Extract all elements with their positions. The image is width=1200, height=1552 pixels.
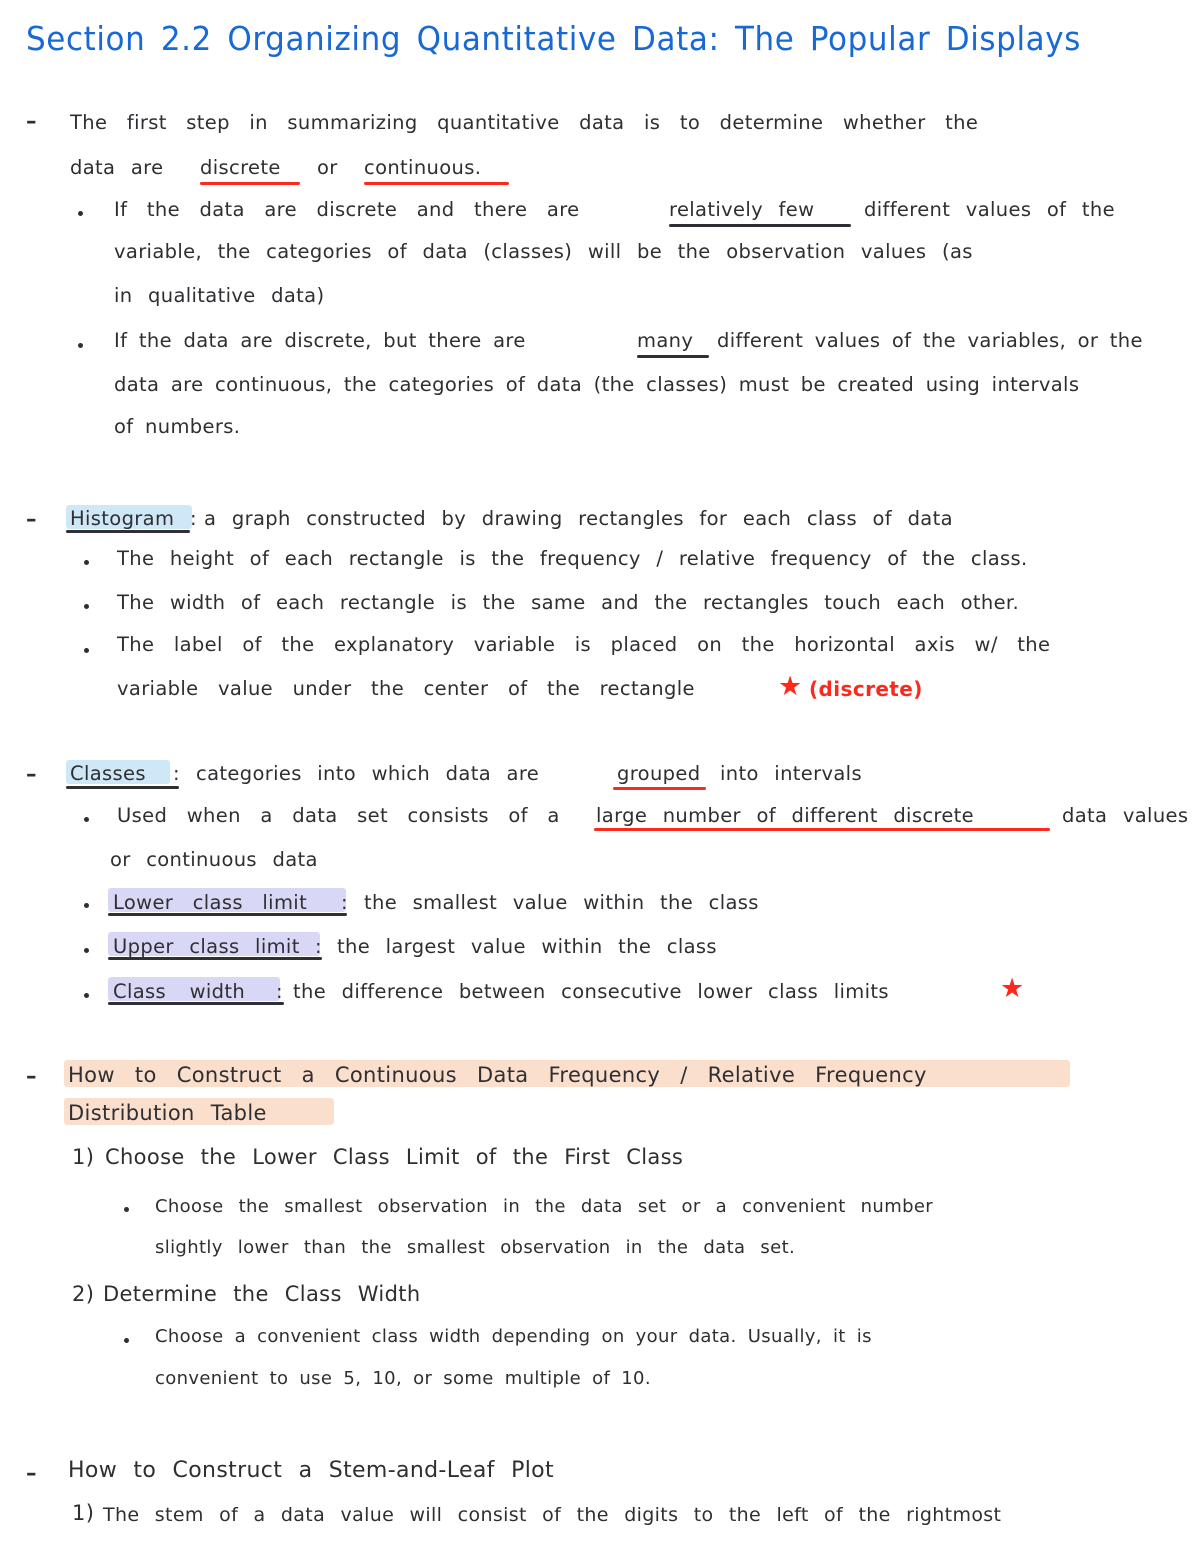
bullet-dot-class-width	[84, 993, 89, 998]
upper-limit-colon: :	[315, 935, 322, 958]
lower-limit-definition: the smallest value within the class	[364, 891, 759, 914]
first-step-line-2-mid: or	[317, 156, 338, 179]
bullet-dot-histogram-2	[84, 604, 89, 609]
handwritten-notes-page: Section 2.2 Organizing Quantitative Data…	[0, 0, 1200, 1552]
bullet-dash-classes: –	[26, 762, 37, 786]
construct-step-2-sub-line-1: Choose a convenient class width dependin…	[155, 1326, 872, 1347]
bullet-dot-step-2-sub	[124, 1338, 129, 1343]
first-step-line-1: The first step in summarizing quantitati…	[70, 111, 979, 134]
bullet-dot-sub-2	[78, 343, 83, 348]
dark-underline-relatively-few	[669, 224, 851, 227]
term-lower-class-limit: Lower class limit	[113, 891, 308, 914]
sub2-line1-post: different values of the variables, or th…	[717, 329, 1143, 352]
term-upper-class-limit: Upper class limit	[113, 935, 300, 958]
red-underline-grouped	[613, 787, 706, 790]
construct-step-1-sub-line-1: Choose the smallest observation in the d…	[155, 1196, 934, 1217]
construct-step-1-number: 1)	[72, 1145, 95, 1169]
stem-leaf-step-1-number: 1)	[72, 1501, 95, 1525]
bullet-dot-histogram-3	[84, 648, 89, 653]
construct-heading-line-1: How to Construct a Continuous Data Frequ…	[68, 1063, 927, 1087]
histogram-definition: a graph constructed by drawing rectangle…	[204, 507, 953, 530]
term-continuous: continuous.	[364, 156, 482, 179]
term-class-width: Class width	[113, 980, 246, 1003]
sub2-line1-pre: If the data are discrete, but there are	[114, 329, 526, 352]
construct-step-2-text: Determine the Class Width	[103, 1282, 421, 1306]
term-classes: Classes	[70, 762, 146, 785]
sub1-line1-post: different values of the	[864, 198, 1115, 221]
sub2-line1-emph: many	[637, 329, 694, 352]
classes-colon: :	[173, 762, 180, 785]
classes-def-pre: categories into which data are	[196, 762, 540, 785]
histogram-sub-1: The height of each rectangle is the freq…	[117, 547, 1028, 570]
histogram-sub-3-cont: variable value under the center of the r…	[117, 677, 695, 700]
histogram-colon: :	[190, 507, 197, 530]
lower-limit-colon: :	[341, 891, 348, 914]
stem-leaf-step-1-text: The stem of a data value will consist of…	[103, 1504, 1002, 1526]
page-title: Section 2.2 Organizing Quantitative Data…	[26, 20, 1081, 59]
bullet-dash-stem-leaf: –	[26, 1461, 37, 1485]
term-histogram: Histogram	[70, 507, 175, 530]
bullet-dash-histogram: –	[26, 507, 37, 531]
bullet-dot-step-1-sub	[124, 1207, 129, 1212]
bullet-dash-first-step: –	[26, 109, 37, 133]
sub1-line1-pre: If the data are discrete and there are	[114, 198, 580, 221]
stem-leaf-heading: How to Construct a Stem-and-Leaf Plot	[68, 1458, 554, 1483]
construct-step-1-sub-line-2: slightly lower than the smallest observa…	[155, 1237, 796, 1258]
bullet-dash-construct-table: –	[26, 1064, 37, 1088]
classes-used-line1-pre: Used when a data set consists of a	[117, 804, 560, 827]
bullet-dot-sub-1	[78, 211, 83, 216]
term-discrete: discrete	[200, 156, 281, 179]
classes-used-line1-post: data values	[1062, 804, 1189, 827]
construct-step-1-text: Choose the Lower Class Limit of the Firs…	[105, 1145, 684, 1169]
red-star-icon-class-width: ★	[1000, 973, 1025, 1004]
histogram-sub-2: The width of each rectangle is the same …	[117, 591, 1020, 614]
first-step-line-2-pre: data are	[70, 156, 164, 179]
bullet-dot-classes-used	[84, 817, 89, 822]
class-width-definition: the difference between consecutive lower…	[293, 980, 889, 1003]
red-underline-continuous	[364, 182, 509, 185]
histogram-sub-3: The label of the explanatory variable is…	[117, 633, 1051, 656]
bullet-dot-histogram-1	[84, 560, 89, 565]
sub1-line2: variable, the categories of data (classe…	[114, 240, 973, 263]
dark-underline-many	[637, 355, 709, 358]
bullet-dot-upper-limit	[84, 948, 89, 953]
sub1-line1-emph: relatively few	[669, 198, 815, 221]
class-width-colon: :	[276, 980, 283, 1003]
construct-step-2-number: 2)	[72, 1282, 95, 1306]
red-underline-discrete	[200, 182, 300, 185]
classes-used-line2: or continuous data	[110, 848, 318, 871]
red-star-icon-histogram: ★	[778, 671, 803, 702]
annotation-discrete: (discrete)	[809, 677, 923, 701]
classes-def-post: into intervals	[720, 762, 862, 785]
construct-heading-line-2: Distribution Table	[68, 1101, 267, 1125]
construct-step-2-sub-line-2: convenient to use 5, 10, or some multipl…	[155, 1368, 651, 1389]
classes-used-line1-emph: large number of different discrete	[596, 804, 975, 827]
sub1-line3: in qualitative data)	[114, 284, 325, 307]
upper-limit-definition: the largest value within the class	[337, 935, 717, 958]
sub2-line2: data are continuous, the categories of d…	[114, 373, 1080, 396]
bullet-dot-lower-limit	[84, 903, 89, 908]
sub2-line3: of numbers.	[114, 415, 241, 438]
classes-def-emph: grouped	[617, 762, 701, 785]
